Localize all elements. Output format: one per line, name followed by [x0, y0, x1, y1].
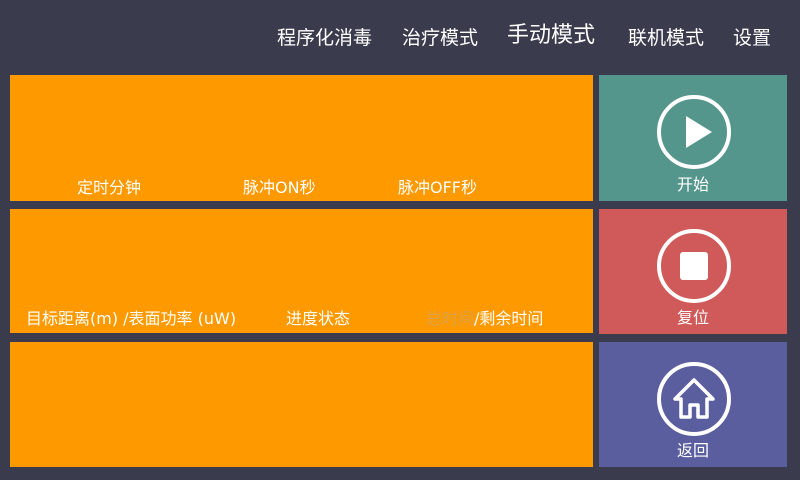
pulse-on-seconds-label: 脉冲ON秒: [243, 178, 316, 197]
nav-item-online-mode[interactable]: 联机模式: [628, 26, 704, 50]
nav-item-treatment-mode[interactable]: 治疗模式: [402, 26, 478, 50]
back-button-label: 返回: [676, 441, 709, 460]
pulse-off-seconds-label: 脉冲OFF秒: [398, 178, 478, 197]
start-button-label: 开始: [676, 175, 709, 194]
remaining-time-label: 剩余时间: [479, 309, 544, 328]
time-labels: 总时间/剩余时间: [426, 309, 543, 329]
status-panel: 目标距离(m) /表面功率 (uW) 进度状态 总时间/剩余时间: [10, 209, 593, 333]
reset-button-label: 复位: [676, 308, 709, 327]
top-nav: 程序化消毒 治疗模式 手动模式 联机模式 设置: [0, 0, 800, 75]
nav-item-settings[interactable]: 设置: [733, 26, 771, 50]
back-button[interactable]: 返回: [599, 342, 787, 467]
timer-minutes-label: 定时分钟: [77, 178, 142, 197]
empty-panel: [10, 342, 593, 467]
timer-panel: 定时分钟 脉冲ON秒 脉冲OFF秒: [10, 75, 593, 201]
home-icon: [657, 362, 731, 436]
nav-item-programmed-disinfection[interactable]: 程序化消毒: [277, 26, 372, 50]
play-icon: [657, 95, 731, 169]
reset-button[interactable]: 复位: [599, 209, 787, 334]
stop-icon: [657, 229, 731, 303]
distance-power-label: 目标距离(m) /表面功率 (uW): [26, 309, 237, 328]
total-time-label: 总时间: [426, 309, 475, 328]
progress-status-label: 进度状态: [286, 309, 351, 328]
nav-item-manual-mode[interactable]: 手动模式: [507, 24, 595, 48]
start-button[interactable]: 开始: [599, 75, 787, 201]
